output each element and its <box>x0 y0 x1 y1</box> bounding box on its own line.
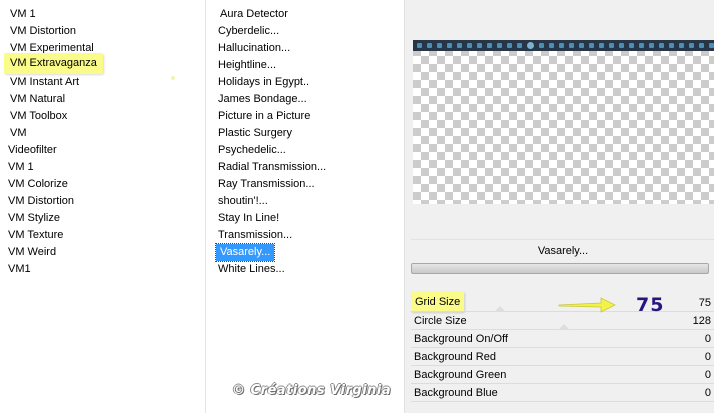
param-value[interactable]: 0 <box>705 330 711 348</box>
effect-preview <box>413 40 714 204</box>
category-item[interactable]: VM Natural <box>6 91 69 108</box>
filter-item[interactable]: Heightline... <box>214 57 280 74</box>
category-item[interactable]: VM <box>6 125 31 142</box>
category-item[interactable]: Videofilter <box>4 142 61 159</box>
annotation-value: 75 <box>636 294 665 316</box>
filter-list[interactable]: Aura Detector Cyberdelic... Hallucinatio… <box>205 0 400 413</box>
category-item[interactable]: VM Texture <box>4 227 67 244</box>
param-label: Grid Size <box>411 292 465 312</box>
category-item[interactable]: VM Stylize <box>4 210 64 227</box>
param-label: Background Red <box>414 351 496 363</box>
param-label: Background On/Off <box>414 333 508 345</box>
filter-item[interactable]: White Lines... <box>214 261 289 278</box>
filter-item[interactable]: Hallucination... <box>214 40 294 57</box>
category-item[interactable]: VM 1 <box>4 159 38 176</box>
effect-panel: Vasarely... Grid Size 75 Circle Size 128… <box>404 0 714 413</box>
effect-progress-bar <box>411 263 709 274</box>
filter-item[interactable]: Stay In Line! <box>214 210 283 227</box>
filter-item[interactable]: Aura Detector <box>216 6 292 23</box>
param-label: Background Blue <box>414 387 498 399</box>
category-item-selected[interactable]: VM Extravaganza <box>4 53 103 74</box>
category-item[interactable]: VM1 <box>4 261 35 278</box>
param-value[interactable]: 128 <box>693 312 711 330</box>
category-item[interactable]: VM Toolbox <box>6 108 71 125</box>
filter-item[interactable]: Ray Transmission... <box>214 176 319 193</box>
slider-track[interactable] <box>411 401 714 402</box>
category-item[interactable]: VM Distortion <box>6 23 80 40</box>
watermark: © Créations Virginia <box>232 383 392 398</box>
filter-item[interactable]: Psychedelic... <box>214 142 290 159</box>
filter-item-selected[interactable]: Vasarely... <box>214 243 276 262</box>
filter-item[interactable]: shoutin'!... <box>214 193 272 210</box>
filter-item[interactable]: Transmission... <box>214 227 296 244</box>
param-value[interactable]: 0 <box>705 384 711 402</box>
filter-item[interactable]: Radial Transmission... <box>214 159 330 176</box>
filter-item[interactable]: Plastic Surgery <box>214 125 296 142</box>
filter-item[interactable]: Picture in a Picture <box>214 108 314 125</box>
param-value[interactable]: 0 <box>705 348 711 366</box>
category-item[interactable]: VM Weird <box>4 244 60 261</box>
filter-item[interactable]: Holidays in Egypt.. <box>214 74 313 91</box>
category-item[interactable]: VM Colorize <box>4 176 72 193</box>
param-label: Circle Size <box>414 315 467 327</box>
category-item[interactable]: VM Instant Art <box>6 74 83 91</box>
param-value[interactable]: 0 <box>705 366 711 384</box>
param-circle-size[interactable]: Circle Size 128 <box>411 312 714 330</box>
effect-title: Vasarely... <box>411 239 714 261</box>
param-background-on-off[interactable]: Background On/Off 0 <box>411 330 714 348</box>
filter-item[interactable]: Cyberdelic... <box>214 23 283 40</box>
category-item[interactable]: VM 1 <box>6 6 40 23</box>
decorative-dot <box>171 76 175 80</box>
param-value[interactable]: 75 <box>699 294 711 312</box>
category-list[interactable]: VM 1 VM Distortion VM Experimental VM Ex… <box>0 0 197 413</box>
param-background-blue[interactable]: Background Blue 0 <box>411 384 714 402</box>
param-background-red[interactable]: Background Red 0 <box>411 348 714 366</box>
param-label: Background Green <box>414 369 507 381</box>
arrow-right-icon <box>558 297 616 313</box>
category-item[interactable]: VM Distortion <box>4 193 78 210</box>
filter-item[interactable]: James Bondage... <box>214 91 311 108</box>
param-background-green[interactable]: Background Green 0 <box>411 366 714 384</box>
preview-pattern-strip <box>413 40 714 51</box>
